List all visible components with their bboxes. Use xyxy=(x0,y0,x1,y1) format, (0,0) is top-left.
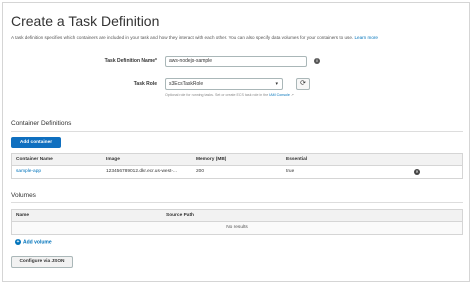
column-header-memory[interactable]: Memory (MB) xyxy=(196,154,226,166)
volumes-title: Volumes xyxy=(11,192,36,199)
info-icon[interactable]: i xyxy=(314,58,320,64)
page-title: Create a Task Definition xyxy=(11,13,160,29)
container-memory: 200 xyxy=(196,169,205,174)
task-role-help: Optional role for running tasks. Set or … xyxy=(165,93,315,98)
section-divider xyxy=(11,131,463,132)
configure-via-json-button[interactable]: Configure via JSON xyxy=(11,256,73,268)
task-role-value: s3EcsTaskRole xyxy=(169,81,204,87)
container-image: 123456789012.dkr.ecr.us-west-... xyxy=(106,169,177,174)
task-role-select[interactable]: s3EcsTaskRole ▾ xyxy=(165,78,283,90)
container-name-link[interactable]: sample-app xyxy=(16,166,41,178)
learn-more-link[interactable]: Learn more xyxy=(354,35,378,40)
task-definition-name-label: Task Definition Name* xyxy=(104,58,157,64)
table-row: sample-app 123456789012.dkr.ecr.us-west-… xyxy=(12,166,462,178)
add-container-button[interactable]: Add container xyxy=(11,137,61,148)
volumes-table-header: Name Source Path xyxy=(12,210,462,222)
task-definition-name-input[interactable]: aws-nodejs-sample xyxy=(165,56,307,67)
container-definitions-title: Container Definitions xyxy=(11,120,72,127)
column-header-container-name[interactable]: Container Name xyxy=(16,154,53,166)
containers-table-header: Container Name Image Memory (MB) Essenti… xyxy=(12,154,462,166)
column-header-image[interactable]: Image xyxy=(106,154,120,166)
container-essential: true xyxy=(286,169,295,174)
task-role-help-text: Optional role for running tasks. Set or … xyxy=(165,93,269,97)
external-link-icon: ↗ xyxy=(290,93,294,97)
empty-results: No results xyxy=(12,222,462,234)
refresh-icon: ⟳ xyxy=(300,80,306,87)
volumes-table: Name Source Path No results xyxy=(11,209,463,235)
plus-icon: + xyxy=(15,239,21,245)
task-role-label: Task Role xyxy=(133,81,157,87)
column-header-source-path[interactable]: Source Path xyxy=(166,210,194,222)
column-header-essential[interactable]: Essential xyxy=(286,154,307,166)
intro-description: A task definition specifies which contai… xyxy=(11,35,354,40)
iam-console-link[interactable]: IAM Console xyxy=(269,93,290,97)
add-volume-label: Add volume xyxy=(23,239,52,246)
task-definition-panel: Create a Task Definition A task definiti… xyxy=(2,2,470,282)
refresh-button[interactable]: ⟳ xyxy=(296,78,310,90)
containers-table: Container Name Image Memory (MB) Essenti… xyxy=(11,153,463,179)
section-divider xyxy=(11,202,463,203)
remove-icon[interactable]: ✕ xyxy=(414,169,420,175)
column-header-name[interactable]: Name xyxy=(16,210,29,222)
add-volume-link[interactable]: + Add volume xyxy=(15,239,52,245)
intro-text: A task definition specifies which contai… xyxy=(11,35,378,40)
chevron-down-icon: ▾ xyxy=(275,81,278,87)
